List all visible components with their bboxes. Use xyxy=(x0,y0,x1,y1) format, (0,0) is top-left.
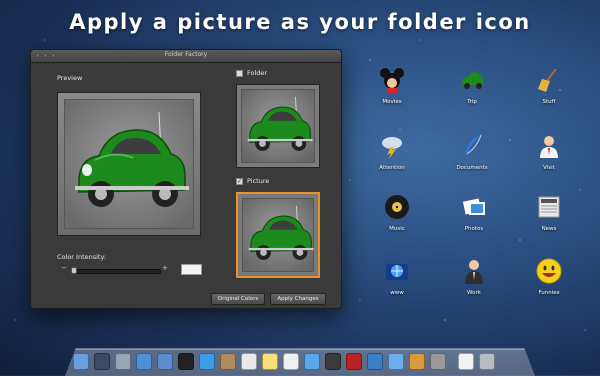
minus-icon: − xyxy=(61,264,67,272)
broom-icon xyxy=(538,68,557,92)
headline-banner: Apply a picture as your folder icon xyxy=(69,10,531,34)
apply-changes-button[interactable]: Apply Changes xyxy=(270,293,326,305)
desktop-icon-www[interactable]: www xyxy=(372,258,422,296)
original-colors-button[interactable]: Original Colors xyxy=(211,293,265,305)
plus-icon: + xyxy=(162,264,168,272)
calendar-icon[interactable] xyxy=(241,353,257,370)
car-icon xyxy=(462,72,484,89)
preview-label: Preview xyxy=(57,74,83,82)
desktop-icon-music[interactable]: Music xyxy=(372,194,422,232)
car-folder-image xyxy=(247,96,313,151)
desktop-icon-label: Trip xyxy=(467,99,477,105)
car-preview-image xyxy=(75,111,189,207)
newspaper-icon xyxy=(538,196,560,218)
feather-icon xyxy=(465,134,482,155)
window-title: Folder Factory xyxy=(164,51,208,58)
desktop-icon-funnies[interactable]: Funnies xyxy=(524,258,574,296)
desktop-icon-label: Attention xyxy=(379,165,405,171)
desktop-icon-visit[interactable]: Visit xyxy=(524,133,574,171)
slider-knob[interactable] xyxy=(71,267,77,274)
desktop-icon-label: Work xyxy=(467,290,481,296)
safari-icon[interactable] xyxy=(136,353,152,370)
desktop-icon-label: News xyxy=(541,226,557,232)
vinyl-icon xyxy=(385,195,409,219)
desktop-icon-label: Movies xyxy=(382,99,402,105)
reminders-icon[interactable] xyxy=(283,353,299,370)
folder-factory-window: Folder Factory Preview Folder ✓ Picture … xyxy=(30,49,342,309)
desktop-icon-trip[interactable]: Trip xyxy=(447,67,497,105)
folder-thumbnail[interactable] xyxy=(236,84,320,168)
desktop-icon-label: www xyxy=(390,290,404,296)
desktop-icon-work[interactable]: Work xyxy=(449,258,499,296)
desktop-icon-label: Funnies xyxy=(538,290,560,296)
desktop-icon-movies[interactable]: Movies xyxy=(367,67,417,105)
person-icon xyxy=(540,136,558,158)
clock-icon[interactable] xyxy=(178,353,194,370)
app-store-icon[interactable] xyxy=(199,353,215,370)
preview-pane xyxy=(57,92,201,236)
folder-label: Folder xyxy=(247,69,268,77)
launchpad-icon[interactable] xyxy=(115,353,131,370)
window-titlebar[interactable]: Folder Factory xyxy=(31,50,341,63)
desktop-icon-label: Music xyxy=(389,226,405,232)
desktop-icon-stuff[interactable]: Stuff xyxy=(524,67,574,105)
businessman-icon xyxy=(465,260,483,284)
mickey-icon xyxy=(380,68,404,93)
color-swatch[interactable] xyxy=(181,264,202,275)
facetime-icon[interactable] xyxy=(325,353,341,370)
desktop-icon-label: Documents xyxy=(456,165,488,171)
color-intensity-label: Color Intensity: xyxy=(57,253,107,261)
desktop-icon-label: Photos xyxy=(464,226,484,232)
mail-icon[interactable] xyxy=(157,353,173,370)
notes-icon[interactable] xyxy=(262,353,278,370)
color-intensity-slider[interactable] xyxy=(71,269,161,274)
contacts-icon[interactable] xyxy=(220,353,236,370)
itunes-icon[interactable] xyxy=(388,353,404,370)
dock-icons xyxy=(70,348,530,370)
photos-icon xyxy=(462,198,485,215)
ibooks-icon[interactable] xyxy=(409,353,425,370)
picture-checkbox[interactable]: ✓ xyxy=(236,178,243,185)
storm-cloud-icon xyxy=(382,137,402,159)
smiley-icon xyxy=(536,258,562,284)
desktop-icon-news[interactable]: News xyxy=(524,194,574,232)
car-picture-image xyxy=(248,205,314,260)
desktop-icon-attention[interactable]: Attention xyxy=(367,133,417,171)
picture-thumbnail[interactable] xyxy=(236,192,320,278)
messages-icon[interactable] xyxy=(304,353,320,370)
desktop-icon-label: Stuff xyxy=(542,99,556,105)
globe-icon xyxy=(386,264,408,280)
folder-checkbox[interactable] xyxy=(236,70,243,77)
desktop-icon-label: Visit xyxy=(543,165,555,171)
iphoto-icon[interactable] xyxy=(367,353,383,370)
photo-booth-icon[interactable] xyxy=(346,353,362,370)
desktop-icon-photos[interactable]: Photos xyxy=(449,194,499,232)
preferences-icon[interactable] xyxy=(430,353,446,370)
dashboard-icon[interactable] xyxy=(94,353,110,370)
trash-icon[interactable] xyxy=(479,353,495,370)
picture-label: Picture xyxy=(247,177,270,185)
documents-icon[interactable] xyxy=(458,353,474,370)
finder-icon[interactable] xyxy=(73,353,89,370)
desktop-icon-documents[interactable]: Documents xyxy=(447,133,497,171)
